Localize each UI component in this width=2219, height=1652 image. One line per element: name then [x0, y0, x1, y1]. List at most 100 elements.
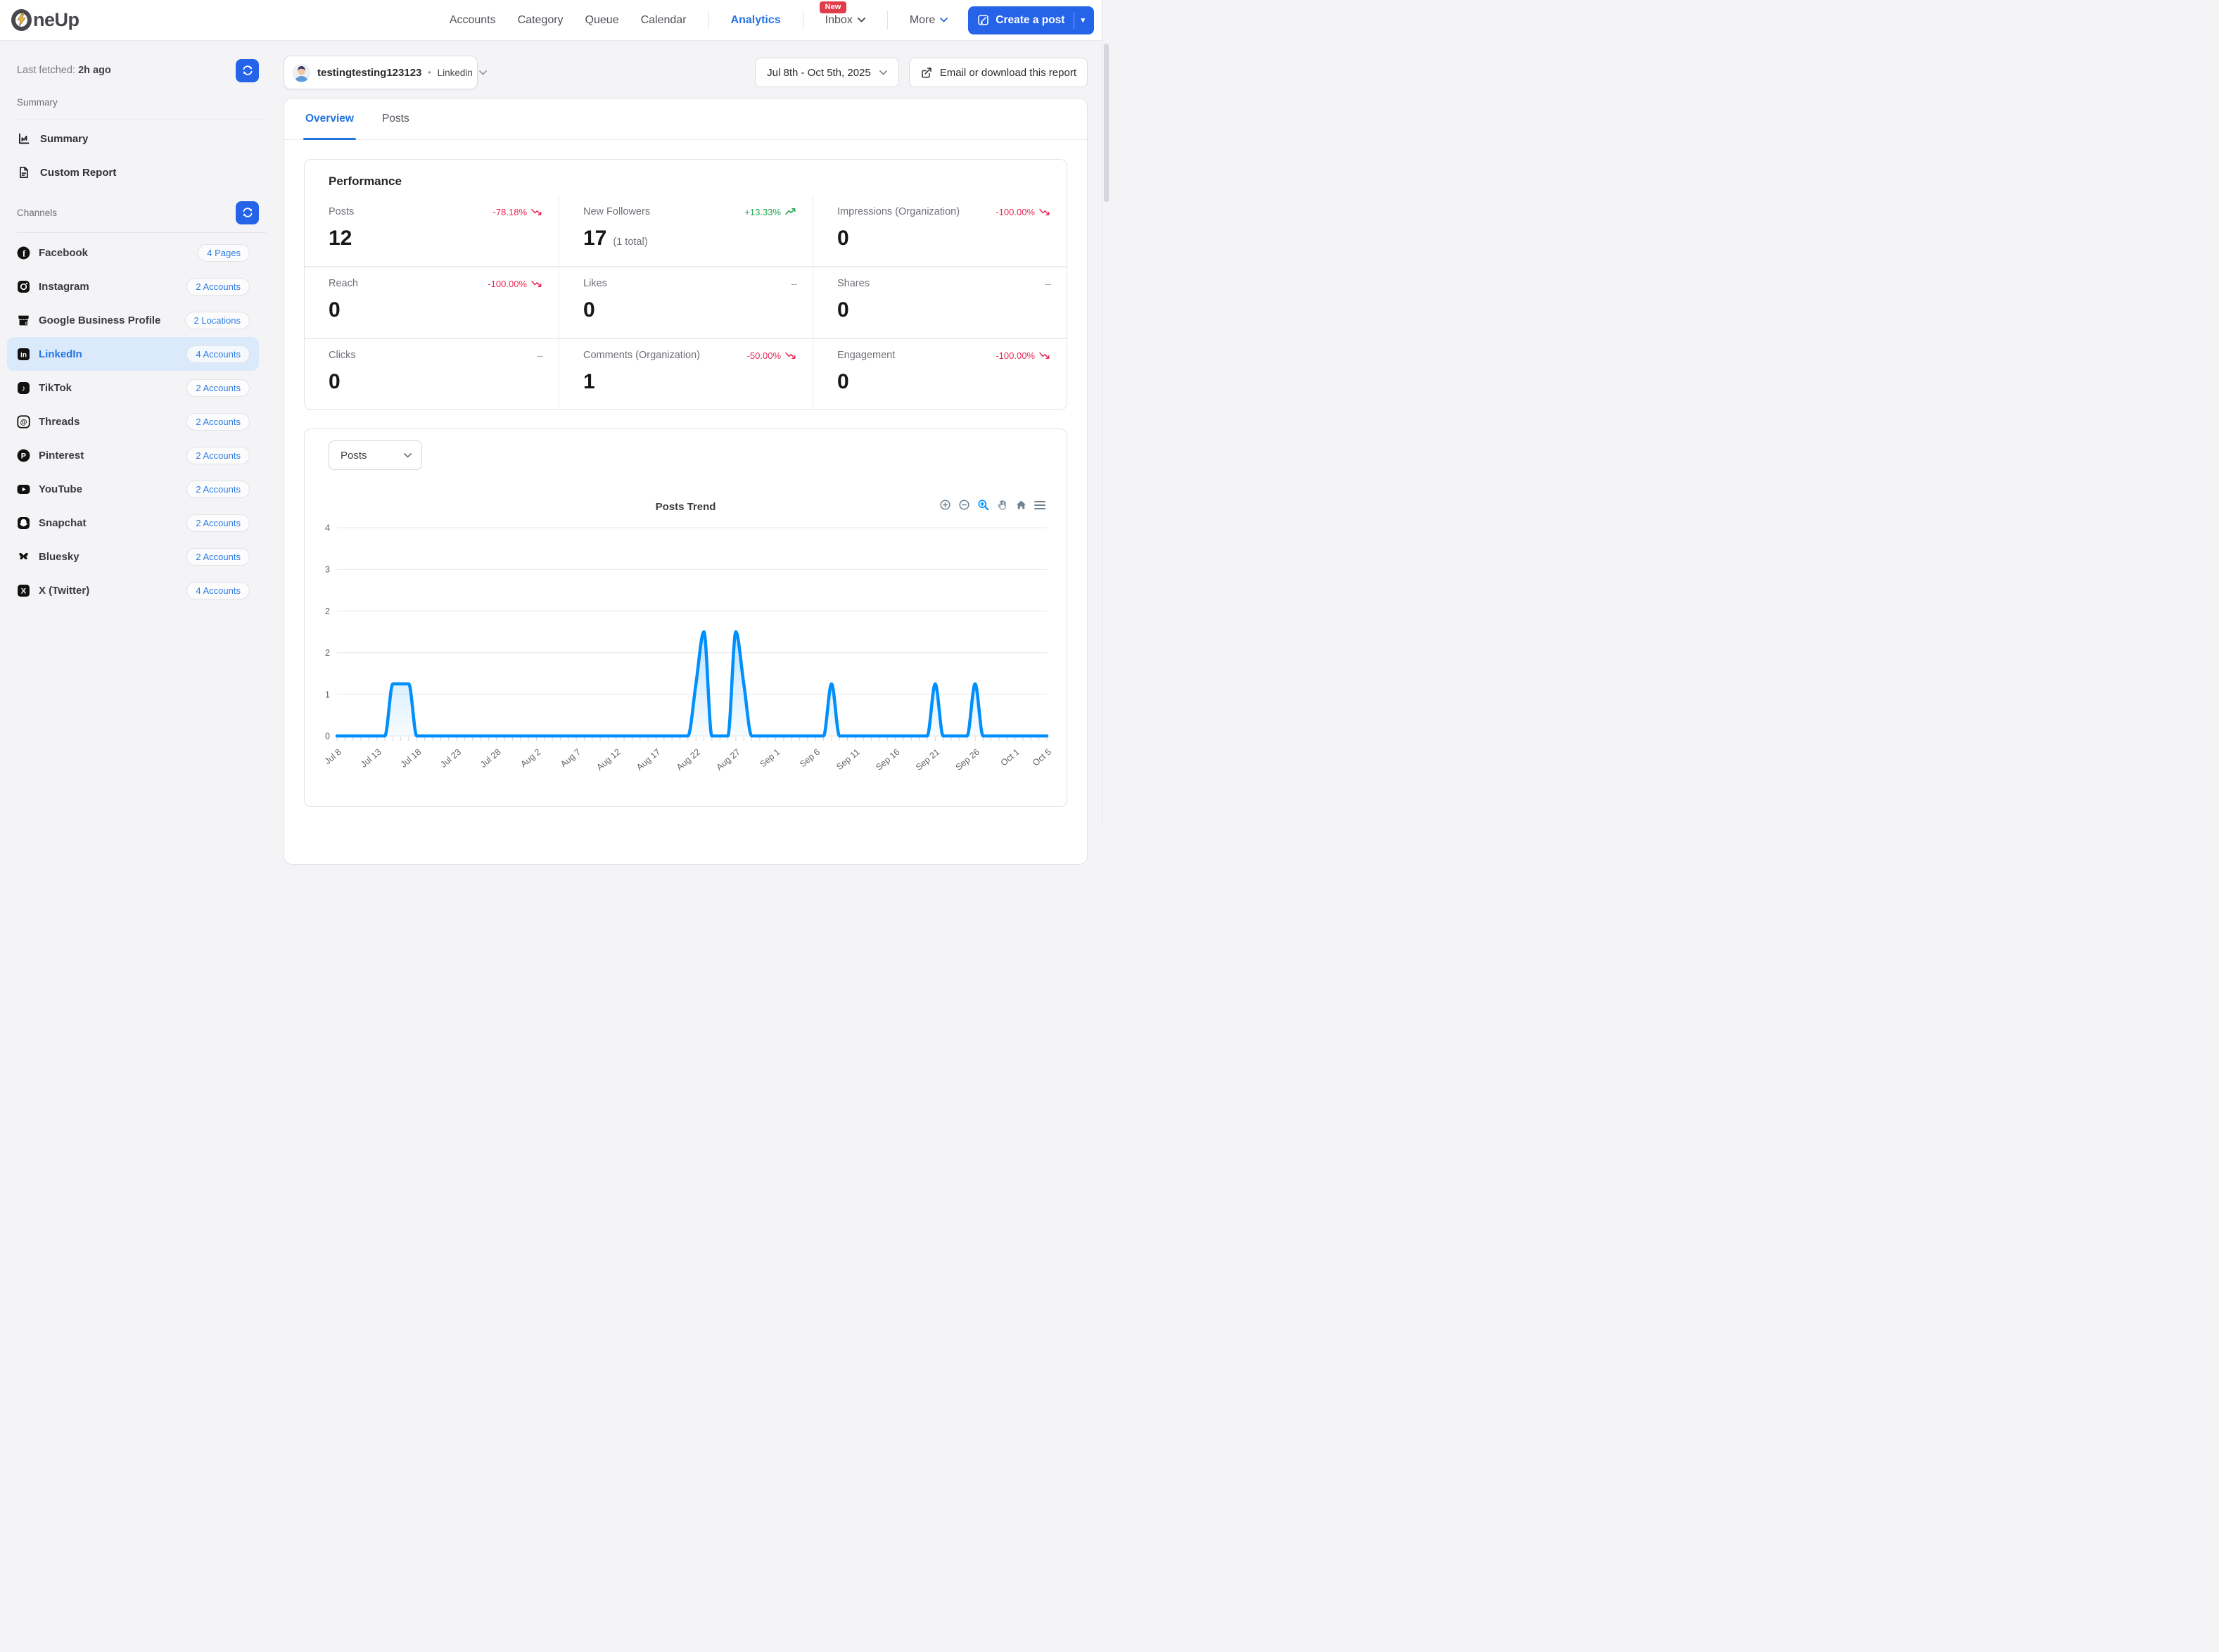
- channel-count-badge: 2 Accounts: [186, 379, 250, 397]
- change-value: -78.18%: [492, 206, 527, 217]
- refresh-summary-button[interactable]: [236, 58, 259, 82]
- sidebar-item-custom-report[interactable]: Custom Report: [0, 155, 266, 189]
- nav-item-more[interactable]: More: [910, 14, 948, 27]
- svg-text:G: G: [25, 322, 29, 326]
- channel-label: Facebook: [39, 246, 89, 259]
- tiktok-icon: ♪: [17, 381, 30, 395]
- performance-card: Performance Posts -78.18% 12 New Followers +…: [304, 159, 1067, 410]
- chart-metric-select[interactable]: Posts: [329, 440, 422, 470]
- nav-item-calendar[interactable]: Calendar: [641, 14, 687, 27]
- svg-text:Aug 2: Aug 2: [519, 747, 542, 770]
- nav-item-label: Analytics: [730, 13, 781, 26]
- sidebar-channel-pinterest[interactable]: P Pinterest 2 Accounts: [7, 438, 259, 472]
- sidebar-channel-instagram[interactable]: Instagram 2 Accounts: [7, 269, 259, 303]
- sidebar-channel-google-business-profile[interactable]: G Google Business Profile 2 Locations: [7, 303, 259, 337]
- channel-count-badge: 2 Accounts: [186, 547, 250, 566]
- pan-icon[interactable]: [996, 499, 1008, 511]
- channel-label: Google Business Profile: [39, 314, 161, 326]
- nav-item-inbox[interactable]: Inbox New: [819, 1, 865, 27]
- threads-icon: @: [17, 414, 30, 428]
- facebook-icon: f: [17, 246, 30, 260]
- pinterest-icon: P: [17, 449, 30, 462]
- tab-posts[interactable]: Posts: [382, 99, 409, 139]
- nav-item-label: More: [909, 13, 936, 26]
- refresh-channels-button[interactable]: [236, 201, 259, 224]
- sidebar-channel-linkedin[interactable]: in LinkedIn 4 Accounts: [7, 337, 259, 371]
- export-report-button[interactable]: Email or download this report: [908, 58, 1088, 87]
- snapchat-icon: [17, 516, 30, 530]
- oneup-logo[interactable]: neUp: [11, 9, 145, 31]
- scrollbar-thumb[interactable]: [1104, 44, 1109, 202]
- nav-item-accounts[interactable]: Accounts: [450, 14, 496, 27]
- create-post-label: Create a post: [996, 13, 1065, 26]
- refresh-icon: [241, 64, 254, 77]
- svg-text:Oct 1: Oct 1: [999, 747, 1022, 768]
- svg-text:@: @: [20, 419, 27, 426]
- avatar: [292, 63, 311, 82]
- metric-clicks: Clicks -- 0: [305, 338, 559, 409]
- pencil-square-icon: [977, 14, 989, 26]
- logo-text: neUp: [33, 9, 80, 30]
- metric-new-followers: New Followers +13.33% 17 (1 total): [559, 196, 813, 266]
- metric-label: Clicks: [329, 350, 356, 361]
- channel-count-badge: 2 Accounts: [186, 480, 250, 498]
- report-header-row: testingtesting123123 • Linkedin Jul 8th …: [284, 56, 1088, 89]
- channels-section-header: Channels: [0, 193, 266, 232]
- metric-value: 0: [583, 298, 595, 322]
- svg-text:Jul 8: Jul 8: [323, 747, 343, 767]
- svg-text:Jul 28: Jul 28: [478, 747, 503, 770]
- nav-item-label: Queue: [585, 13, 619, 26]
- sidebar-channel-youtube[interactable]: YouTube 2 Accounts: [7, 472, 259, 506]
- metric-label: Shares: [837, 278, 870, 289]
- metric-value: 0: [329, 298, 341, 322]
- metric-change: --: [537, 350, 543, 361]
- sidebar-item-summary[interactable]: Summary: [0, 122, 266, 155]
- refresh-icon: [241, 206, 254, 219]
- trend-down-icon: [785, 351, 797, 360]
- posts-trend-chart[interactable]: 0 1 2 2 3 4 Jul 8 Jul 13 Jul 18 Jul 23 Jul 28 Aug 2…: [316, 518, 1058, 806]
- change-value: -50.00%: [746, 350, 781, 361]
- home-icon[interactable]: [1015, 499, 1027, 511]
- sidebar-channel-bluesky[interactable]: Bluesky 2 Accounts: [7, 540, 259, 573]
- zoom-out-icon[interactable]: [958, 499, 970, 511]
- sidebar-channel-facebook[interactable]: f Facebook 4 Pages: [7, 236, 259, 269]
- metric-label: Reach: [329, 278, 358, 289]
- zoom-in-icon[interactable]: [939, 499, 951, 511]
- metric-impressions-organization: Impressions (Organization) -100.00% 0: [813, 196, 1067, 266]
- svg-text:4: 4: [325, 523, 330, 533]
- metric-value: 12: [329, 227, 352, 250]
- account-selector[interactable]: testingtesting123123 • Linkedin: [284, 56, 487, 89]
- create-a-post-button[interactable]: Create a post ▾: [968, 6, 1094, 34]
- channel-label: Threads: [39, 415, 80, 428]
- summary-items: Summary Custom Report: [0, 120, 266, 189]
- chevron-down-icon: [857, 18, 865, 23]
- svg-text:Jul 23: Jul 23: [438, 747, 463, 770]
- account-name: testingtesting123123: [317, 66, 422, 79]
- channel-label: Instagram: [39, 280, 89, 293]
- nav-item-queue[interactable]: Queue: [585, 14, 619, 27]
- tab-overview[interactable]: Overview: [303, 99, 356, 140]
- share-icon: [920, 66, 933, 79]
- nav-separator: [708, 11, 709, 30]
- nav-item-category[interactable]: Category: [518, 14, 564, 27]
- selection-zoom-icon[interactable]: [977, 499, 989, 511]
- svg-text:Sep 21: Sep 21: [914, 747, 941, 773]
- metric-value: 0: [837, 370, 849, 393]
- trend-up-icon: [785, 208, 797, 216]
- nav-item-analytics[interactable]: Analytics: [731, 14, 781, 27]
- posts-trend-card: Posts Posts Trend 0 1 2 2 3 4 Jul 8 Jul 13 Jul 1…: [304, 428, 1067, 807]
- sidebar-item-label: Summary: [40, 132, 89, 145]
- chevron-down-icon: [478, 70, 487, 75]
- date-range-selector[interactable]: Jul 8th - Oct 5th, 2025: [755, 58, 899, 87]
- sidebar-channel-tiktok[interactable]: ♪ TikTok 2 Accounts: [7, 371, 259, 405]
- caret-down-icon[interactable]: ▾: [1081, 15, 1085, 25]
- sidebar-channel-threads[interactable]: @ Threads 2 Accounts: [7, 405, 259, 438]
- page-scrollbar[interactable]: [1102, 0, 1110, 826]
- sidebar-channel-snapchat[interactable]: Snapchat 2 Accounts: [7, 506, 259, 540]
- metric-label: New Followers: [583, 206, 651, 217]
- chevron-down-icon: [879, 70, 887, 75]
- chart-metric-value: Posts: [341, 449, 367, 462]
- sidebar-channel-x-twitter[interactable]: X X (Twitter) 4 Accounts: [7, 573, 259, 607]
- metric-change: -100.00%: [996, 350, 1051, 361]
- menu-icon[interactable]: [1034, 500, 1045, 510]
